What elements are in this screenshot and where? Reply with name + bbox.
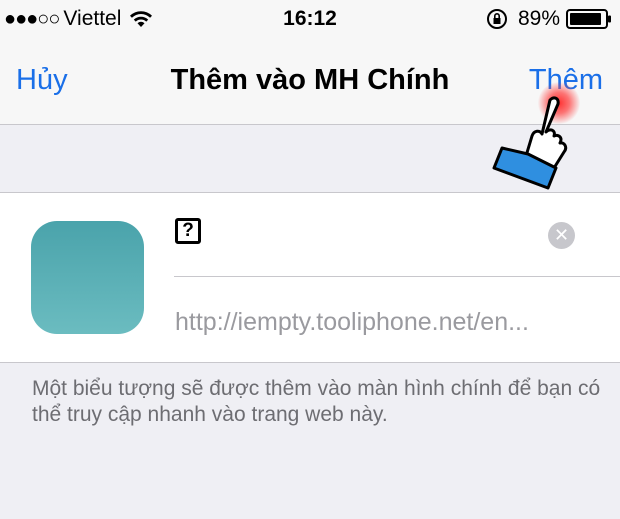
url-text: http://iempty.tooliphone.net/en... bbox=[175, 308, 529, 336]
battery-percent: 89% bbox=[517, 7, 560, 30]
clear-text-button[interactable]: ✕ bbox=[548, 222, 575, 249]
divider bbox=[174, 276, 620, 277]
description-text: Một biểu tượng sẽ được thêm vào màn hình… bbox=[32, 377, 601, 426]
status-bar: ●●●○○ Viettel 16:12 89% bbox=[0, 0, 620, 40]
question-mark-icon: ? bbox=[175, 218, 201, 244]
rotation-lock-icon bbox=[486, 9, 507, 29]
web-clip-icon bbox=[31, 221, 144, 334]
battery-icon bbox=[566, 9, 611, 29]
bookmark-card: ? ✕ http://iempty.tooliphone.net/en... bbox=[0, 192, 620, 363]
status-right: 89% bbox=[486, 7, 612, 31]
pointing-hand-icon bbox=[492, 96, 568, 190]
